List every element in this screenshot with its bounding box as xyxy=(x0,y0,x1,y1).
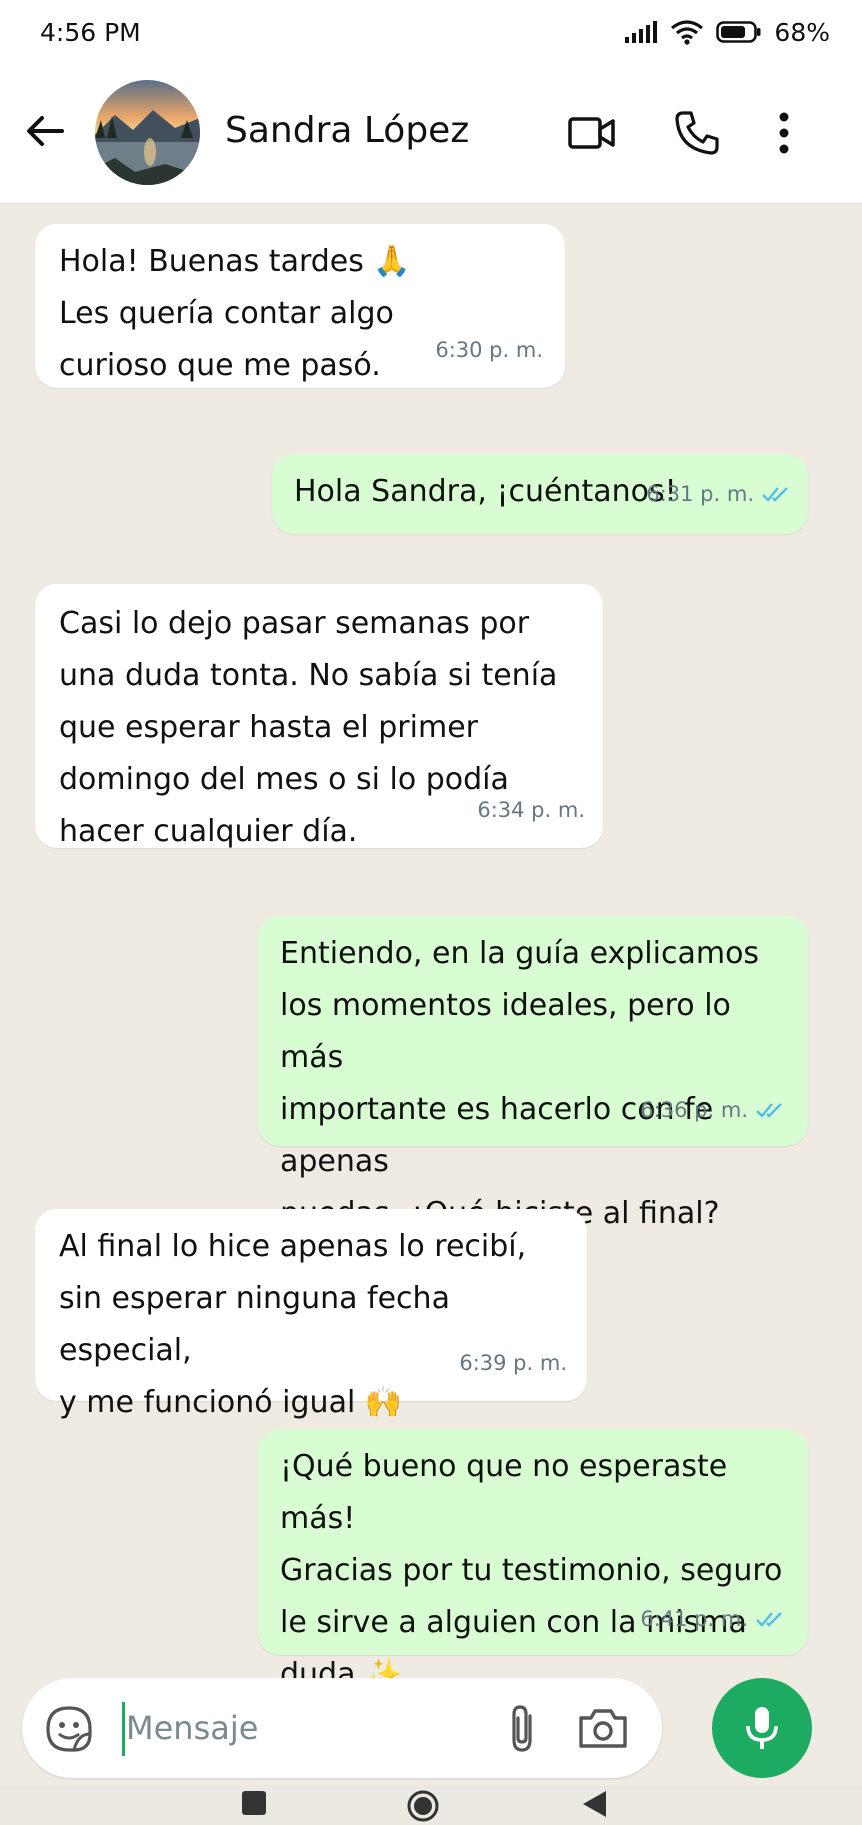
double-check-read-icon xyxy=(756,1103,782,1118)
message-meta: 6:36 p. m. xyxy=(640,1084,786,1136)
message-meta: 6:39 p. m. xyxy=(459,1337,567,1389)
message-meta: 6:41 p. m. xyxy=(640,1593,786,1645)
chat-header: Sandra López xyxy=(0,64,862,204)
message-time: 6:36 p. m. xyxy=(640,1098,748,1122)
message-meta: 6:34 p. m. xyxy=(477,784,585,836)
status-time: 4:56 PM xyxy=(40,17,141,47)
message-time: 6:30 p. m. xyxy=(435,338,543,362)
battery-percentage: 68% xyxy=(774,17,830,47)
message-text: Al final lo hice apenas lo recibí, sin e… xyxy=(59,1229,527,1420)
back-arrow-icon[interactable] xyxy=(22,108,68,154)
video-call-icon[interactable] xyxy=(568,109,616,157)
voice-message-button[interactable] xyxy=(712,1678,812,1778)
contact-name[interactable]: Sandra López xyxy=(225,110,469,151)
back-navigation-icon[interactable] xyxy=(580,1789,608,1819)
chat-area[interactable]: Hola! Buenas tardes 🙏 Les quería contar … xyxy=(0,204,862,1680)
message-bubble-incoming[interactable]: Al final lo hice apenas lo recibí, sin e… xyxy=(35,1209,587,1420)
double-check-read-icon xyxy=(762,487,788,502)
more-options-icon[interactable] xyxy=(760,109,808,157)
message-input[interactable] xyxy=(126,1698,486,1758)
phone-icon[interactable] xyxy=(673,109,721,157)
system-navigation-bar xyxy=(0,1785,862,1825)
message-composer xyxy=(22,1678,662,1778)
message-meta: 6:30 p. m. xyxy=(435,324,543,376)
status-icons: 68% xyxy=(624,18,830,47)
wifi-icon xyxy=(671,20,704,45)
message-bubble-incoming[interactable]: Hola! Buenas tardes 🙏 Les quería contar … xyxy=(35,224,565,388)
message-bubble-incoming[interactable]: Casi lo dejo pasar semanas por una duda … xyxy=(35,584,603,849)
message-time: 6:39 p. m. xyxy=(459,1351,567,1375)
avatar[interactable] xyxy=(95,80,200,185)
text-cursor xyxy=(122,1702,125,1756)
message-bubble-outgoing[interactable]: Entiendo, en la guía explicamos los mome… xyxy=(258,916,808,1231)
home-icon[interactable] xyxy=(406,1789,440,1823)
message-meta: 6:31 p. m. xyxy=(646,468,792,520)
message-time: 6:34 p. m. xyxy=(477,798,585,822)
signal-icon xyxy=(625,21,658,43)
attach-clip-icon[interactable] xyxy=(500,1704,546,1754)
battery-icon xyxy=(716,21,761,43)
double-check-read-icon xyxy=(756,1612,782,1627)
message-bubble-outgoing[interactable]: ¡Qué bueno que no esperaste más! Gracias… xyxy=(258,1429,808,1680)
camera-icon[interactable] xyxy=(577,1704,629,1752)
message-bubble-outgoing[interactable]: Hola Sandra, ¡cuéntanos! 6:31 p. m. xyxy=(272,454,808,534)
message-time: 6:31 p. m. xyxy=(646,482,754,506)
status-bar: 4:56 PM 68% xyxy=(0,0,862,64)
message-time: 6:41 p. m. xyxy=(640,1607,748,1631)
recent-apps-icon[interactable] xyxy=(240,1789,268,1817)
sticker-emoji-icon[interactable] xyxy=(44,1704,94,1754)
landscape-avatar-image xyxy=(95,80,200,185)
microphone-icon xyxy=(746,1707,778,1749)
